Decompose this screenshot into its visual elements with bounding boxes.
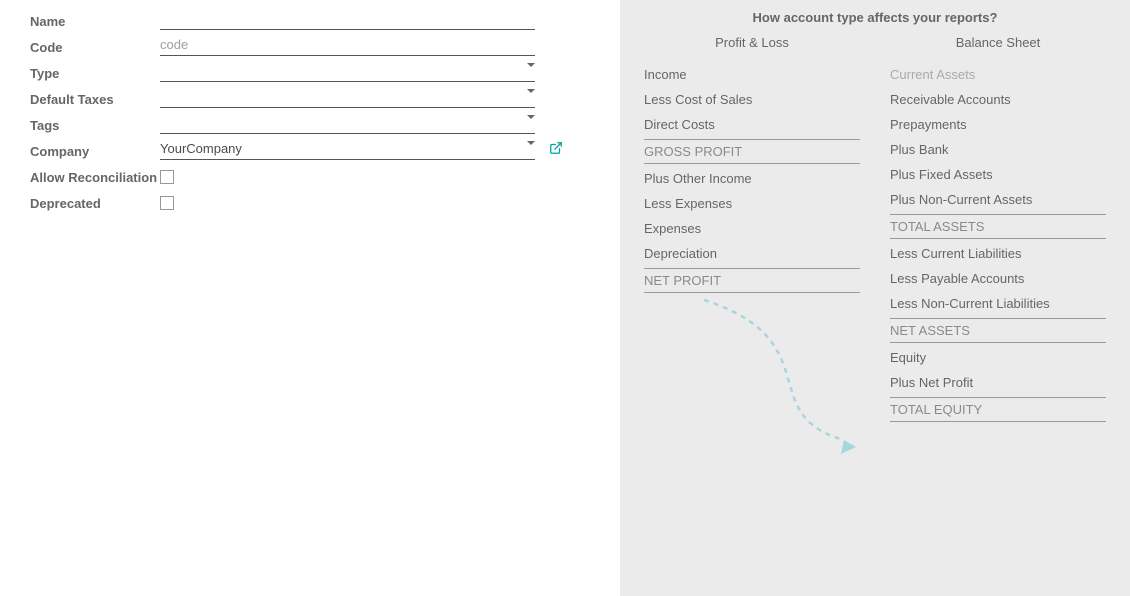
pl-item: Less Expenses — [644, 191, 860, 216]
pl-item: Direct Costs — [644, 112, 860, 137]
type-label: Type — [30, 62, 160, 81]
arrow-illustration — [644, 295, 860, 475]
form-panel: Name Code Type Default Taxes — [0, 0, 620, 596]
balance-sheet-column: Balance Sheet Current Assets Receivable … — [890, 35, 1106, 475]
deprecated-checkbox[interactable] — [160, 196, 174, 210]
default-taxes-label: Default Taxes — [30, 88, 160, 107]
bs-item: Equity — [890, 345, 1106, 370]
pl-total: NET PROFIT — [644, 268, 860, 293]
bs-item: Plus Net Profit — [890, 370, 1106, 395]
pl-item: Expenses — [644, 216, 860, 241]
info-heading: How account type affects your reports? — [644, 10, 1106, 25]
pl-total: GROSS PROFIT — [644, 139, 860, 164]
pl-item: Depreciation — [644, 241, 860, 266]
tags-label: Tags — [30, 114, 160, 133]
allow-reconciliation-checkbox[interactable] — [160, 170, 174, 184]
pl-title: Profit & Loss — [644, 35, 860, 50]
company-select[interactable]: YourCompany — [160, 138, 535, 160]
bs-item: Prepayments — [890, 112, 1106, 137]
pl-item: Income — [644, 62, 860, 87]
external-link-icon[interactable] — [549, 141, 563, 158]
profit-loss-column: Profit & Loss Income Less Cost of Sales … — [644, 35, 860, 475]
bs-item: Less Payable Accounts — [890, 266, 1106, 291]
company-label: Company — [30, 140, 160, 159]
bs-item: Plus Fixed Assets — [890, 162, 1106, 187]
pl-item: Less Cost of Sales — [644, 87, 860, 112]
bs-total: NET ASSETS — [890, 318, 1106, 343]
bs-item: Plus Non-Current Assets — [890, 187, 1106, 212]
deprecated-label: Deprecated — [30, 192, 160, 211]
name-input[interactable] — [160, 8, 535, 30]
allow-reconciliation-label: Allow Reconciliation — [30, 166, 160, 185]
bs-item: Less Current Liabilities — [890, 241, 1106, 266]
code-label: Code — [30, 36, 160, 55]
bs-total: TOTAL ASSETS — [890, 214, 1106, 239]
default-taxes-select[interactable] — [160, 86, 535, 108]
bs-title: Balance Sheet — [890, 35, 1106, 50]
type-select[interactable] — [160, 60, 535, 82]
bs-item: Plus Bank — [890, 137, 1106, 162]
code-input[interactable] — [160, 34, 535, 56]
bs-item: Receivable Accounts — [890, 87, 1106, 112]
bs-item: Less Non-Current Liabilities — [890, 291, 1106, 316]
pl-item: Plus Other Income — [644, 166, 860, 191]
bs-item: Current Assets — [890, 62, 1106, 87]
tags-select[interactable] — [160, 112, 535, 134]
info-panel: How account type affects your reports? P… — [620, 0, 1130, 596]
name-label: Name — [30, 10, 160, 29]
bs-total: TOTAL EQUITY — [890, 397, 1106, 422]
